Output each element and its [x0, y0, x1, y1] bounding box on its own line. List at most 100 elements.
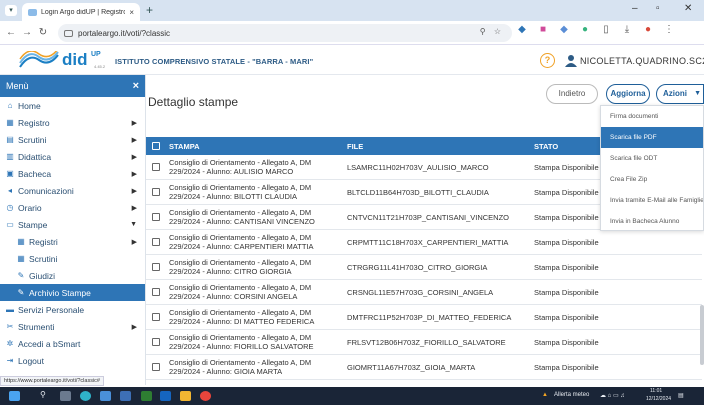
menu-item-scarica-odt[interactable]: Scarica file ODT	[601, 148, 703, 169]
table-row[interactable]: Consiglio di Orientamento - Allegato A, …	[146, 305, 702, 330]
chrome-icon[interactable]	[200, 391, 211, 401]
row-checkbox[interactable]	[146, 188, 165, 196]
menu-item-invia-bacheca[interactable]: Invia in Bacheca Alunno	[601, 211, 703, 232]
row-checkbox[interactable]	[146, 238, 165, 246]
table-row[interactable]: Consiglio di Orientamento - Allegato A, …	[146, 330, 702, 355]
column-header-stampa[interactable]: STAMPA	[165, 142, 343, 151]
taskbar: ⚲ ▲ Allerta meteo ☁ ⌂ ▭ ♫ 11:01 12/12/20…	[0, 387, 704, 405]
more-menu-icon[interactable]: ⋮	[663, 24, 675, 35]
row-checkbox[interactable]	[146, 363, 165, 371]
sidebar-item-registri[interactable]: ▦ Registri ▶	[0, 233, 145, 250]
cell-stampa-line1: Consiglio di Orientamento - Allegato A, …	[169, 183, 312, 192]
download-icon[interactable]: ⤓	[621, 24, 633, 35]
tab-close-icon[interactable]: ×	[129, 8, 134, 17]
forward-arrow-icon[interactable]: →	[19, 27, 35, 38]
row-checkbox[interactable]	[146, 213, 165, 221]
row-checkbox[interactable]	[146, 313, 165, 321]
taskbar-app-icon[interactable]	[100, 391, 111, 401]
sidebar-item-logout[interactable]: ⇥ Logout	[0, 352, 145, 369]
cell-file: BLTCLD11B64H703D_BILOTTI_CLAUDIA	[347, 187, 489, 197]
column-header-file[interactable]: FILE	[343, 142, 530, 151]
row-checkbox[interactable]	[146, 338, 165, 346]
bookmark-star-icon[interactable]: ⚲ ☆	[480, 27, 504, 36]
back-button[interactable]: Indietro	[546, 84, 598, 104]
sidebar-item-stampe[interactable]: ▭ Stampe ▼	[0, 216, 145, 233]
sidebar-item-orario[interactable]: ◷ Orario ▶	[0, 199, 145, 216]
back-arrow-icon[interactable]: ←	[3, 27, 19, 38]
windows-start-icon[interactable]	[9, 391, 20, 401]
sidebar-menu: Menù × ⌂ Home ▦ Registro ▶ ▤ Scrutini ▶ ▥ Dida…	[0, 75, 146, 385]
help-icon[interactable]: ?	[540, 53, 555, 68]
cell-file: CTRGRG11L41H703O_CITRO_GIORGIA	[347, 262, 488, 272]
row-checkbox[interactable]	[146, 163, 165, 171]
user-icon[interactable]	[565, 54, 577, 67]
extension-icon[interactable]: ◆	[516, 24, 528, 35]
window-close-button[interactable]: ✕	[684, 3, 692, 14]
taskbar-app-icon[interactable]	[141, 391, 152, 401]
sidebar-item-strumenti[interactable]: ✂ Strumenti ▶	[0, 318, 145, 335]
menu-item-firma-documenti[interactable]: Firma documenti	[601, 106, 703, 127]
task-view-icon[interactable]	[60, 391, 71, 401]
sidebar-item-bsmart[interactable]: ✲ Accedi a bSmart	[0, 335, 145, 352]
url-input[interactable]: portaleargo.it/voti/?classic ⚲ ☆	[58, 24, 512, 42]
sidebar-item-scrutini-stampe[interactable]: ▦ Scrutini	[0, 250, 145, 267]
cell-stato: Stampa Disponibile	[534, 287, 599, 297]
table-row[interactable]: Consiglio di Orientamento - Allegato A, …	[146, 280, 702, 305]
sidebar-item-servizi-personale[interactable]: ▬ Servizi Personale	[0, 301, 145, 318]
table-row[interactable]: Consiglio di Orientamento - Allegato A, …	[146, 230, 702, 255]
row-checkbox[interactable]	[146, 288, 165, 296]
sidebar-icon[interactable]: ▯	[600, 24, 612, 35]
minimize-button[interactable]: –	[632, 3, 638, 14]
extension-icon[interactable]: ■	[537, 24, 549, 35]
sidebar-item-archivio-stampe[interactable]: ✎ Archivio Stampe	[0, 284, 145, 301]
maximize-button[interactable]: ▫	[656, 3, 660, 14]
document-icon: ▤	[6, 135, 14, 144]
cell-stampa: Consiglio di Orientamento - Allegato A, …	[165, 183, 343, 201]
select-all-checkbox[interactable]	[146, 142, 165, 150]
tab-menu-icon[interactable]: ▾	[5, 5, 17, 16]
sidebar-item-giudizi[interactable]: ✎ Giudizi	[0, 267, 145, 284]
cell-stampa-line2: 229/2024 - Alunno: CORSINI ANGELA	[169, 292, 298, 301]
file-explorer-icon[interactable]	[180, 391, 191, 401]
system-tray-icons[interactable]: ☁ ⌂ ▭ ♫	[600, 392, 625, 399]
sidebar-item-comunicazioni[interactable]: ◂ Comunicazioni ▶	[0, 182, 145, 199]
edge-icon[interactable]	[80, 391, 91, 401]
table-row[interactable]: Consiglio di Orientamento - Allegato A, …	[146, 355, 702, 380]
scrollbar[interactable]	[700, 305, 704, 365]
sidebar-item-label: Strumenti	[18, 321, 55, 332]
sidebar-item-bacheca[interactable]: ▣ Bacheca ▶	[0, 165, 145, 182]
cell-file: CNTVCN11T21H703P_CANTISANI_VINCENZO	[347, 212, 509, 222]
weather-alert-icon: ▲	[542, 392, 548, 398]
cell-file: GIOMRT11A67H703Z_GIOIA_MARTA	[347, 362, 476, 372]
edit-icon: ✎	[17, 288, 25, 297]
sidebar-item-label: Giudizi	[29, 270, 55, 281]
reload-icon[interactable]: ↻	[35, 27, 51, 38]
extension-icon[interactable]: ●	[579, 24, 591, 35]
sidebar-item-registro[interactable]: ▦ Registro ▶	[0, 114, 145, 131]
sidebar-item-label: Bacheca	[18, 168, 52, 179]
notification-icon[interactable]: ▤	[678, 392, 684, 399]
sidebar-item-scrutini[interactable]: ▤ Scrutini ▶	[0, 131, 145, 148]
sidebar-close-icon[interactable]: ×	[133, 80, 139, 92]
menu-item-scarica-pdf[interactable]: Scarica file PDF	[601, 127, 703, 148]
taskbar-app-icon[interactable]	[120, 391, 131, 401]
new-tab-button[interactable]: +	[146, 3, 153, 17]
weather-text[interactable]: Allerta meteo	[554, 392, 589, 398]
search-icon[interactable]: ⚲	[40, 390, 46, 399]
table-row[interactable]: Consiglio di Orientamento - Allegato A, …	[146, 255, 702, 280]
calendar-icon: ▦	[6, 118, 14, 127]
user-name[interactable]: NICOLETTA.QUADRINO.SC29571	[580, 56, 704, 66]
browser-tab[interactable]: Login Argo didUP | Registro Ele ×	[22, 3, 140, 21]
row-checkbox[interactable]	[146, 263, 165, 271]
site-settings-icon[interactable]	[64, 29, 73, 37]
sidebar-item-didattica[interactable]: ▥ Didattica ▶	[0, 148, 145, 165]
menu-item-crea-zip[interactable]: Crea File Zip	[601, 169, 703, 190]
menu-item-invia-email[interactable]: Invia tramite E-Mail alle Famiglie	[601, 190, 703, 211]
profile-icon[interactable]: ●	[642, 24, 654, 35]
extension-icon[interactable]: ◆	[558, 24, 570, 35]
sidebar-item-home[interactable]: ⌂ Home	[0, 97, 145, 114]
cell-stampa-line1: Consiglio di Orientamento - Allegato A, …	[169, 283, 312, 292]
actions-button[interactable]: Azioni ▼	[656, 84, 704, 104]
refresh-button[interactable]: Aggiorna	[606, 84, 650, 104]
taskbar-app-icon[interactable]	[160, 391, 171, 401]
